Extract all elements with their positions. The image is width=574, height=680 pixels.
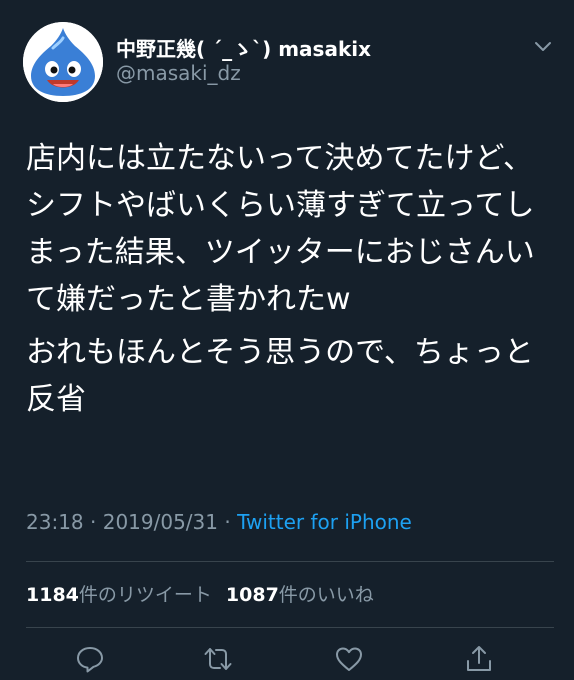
retweet-icon[interactable] — [203, 644, 233, 674]
tweet-source-link[interactable]: Twitter for iPhone — [237, 510, 412, 534]
like-count: 1087 — [225, 584, 279, 606]
reply-icon[interactable] — [75, 644, 105, 674]
meta-separator: · — [224, 510, 231, 534]
author-display-name[interactable]: 中野正幾( ´_ゝ`) masakix — [116, 33, 371, 62]
tweet-meta: 23:18 · 2019/05/31 · Twitter for iPhone — [26, 510, 412, 534]
meta-separator: · — [90, 510, 97, 534]
like-icon[interactable] — [334, 644, 364, 674]
slime-avatar-icon — [23, 22, 103, 102]
retweet-count: 1184 — [26, 584, 79, 606]
like-count-link[interactable]: 1087件のいいね — [226, 584, 374, 606]
tweet-text: 店内には立たないって決めてたけど、シフトやばいくらい薄すぎて立ってしまった結果、… — [26, 135, 556, 423]
author-handle[interactable]: @masaki_dz — [116, 61, 241, 85]
tweet-date[interactable]: 2019/05/31 — [103, 510, 218, 534]
divider — [26, 561, 554, 562]
share-icon[interactable] — [464, 644, 494, 674]
tweet-time[interactable]: 23:18 — [26, 510, 84, 534]
divider — [26, 627, 554, 628]
chevron-down-icon[interactable] — [532, 38, 554, 56]
tweet-paragraph: おれもほんとそう思うので、ちょっと反省 — [26, 335, 534, 417]
tweet-stats: 1184件のリツイート 1087件のいいね — [26, 580, 374, 607]
retweet-count-label: 件のリツイート — [78, 584, 212, 606]
tweet-paragraph: 店内には立たないって決めてたけど、シフトやばいくらい薄すぎて立ってしまった結果、… — [26, 141, 535, 317]
avatar[interactable] — [23, 22, 103, 102]
like-count-label: 件のいいね — [278, 584, 374, 606]
retweet-count-link[interactable]: 1184件のリツイート — [26, 584, 212, 606]
